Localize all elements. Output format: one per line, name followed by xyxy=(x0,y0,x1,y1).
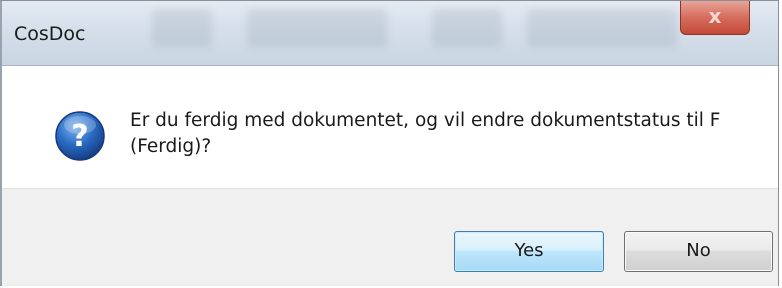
title-bar[interactable]: CosDoc x xyxy=(2,1,778,66)
message-line-1: Er du ferdig med dokumentet, og vil endr… xyxy=(130,110,721,131)
svg-text:?: ? xyxy=(71,119,88,154)
no-button[interactable]: No xyxy=(624,231,773,272)
blurred-background xyxy=(247,9,387,47)
question-icon: ? xyxy=(55,111,105,161)
blurred-background xyxy=(527,9,677,47)
close-icon: x xyxy=(708,4,722,28)
blurred-background xyxy=(152,9,212,47)
close-button[interactable]: x xyxy=(680,1,750,35)
dialog-content: ? Er du ferdig med dokumentet, og vil en… xyxy=(2,66,778,188)
yes-button[interactable]: Yes xyxy=(454,231,604,272)
dialog-message: Er du ferdig med dokumentet, og vil endr… xyxy=(130,108,750,160)
button-bar: Yes No xyxy=(2,188,778,286)
blurred-background xyxy=(432,9,502,47)
window-title: CosDoc xyxy=(14,23,86,45)
message-dialog: CosDoc x ? Er du ferdig med dokumentet, … xyxy=(0,0,779,286)
message-line-2: (Ferdig)? xyxy=(130,136,212,157)
